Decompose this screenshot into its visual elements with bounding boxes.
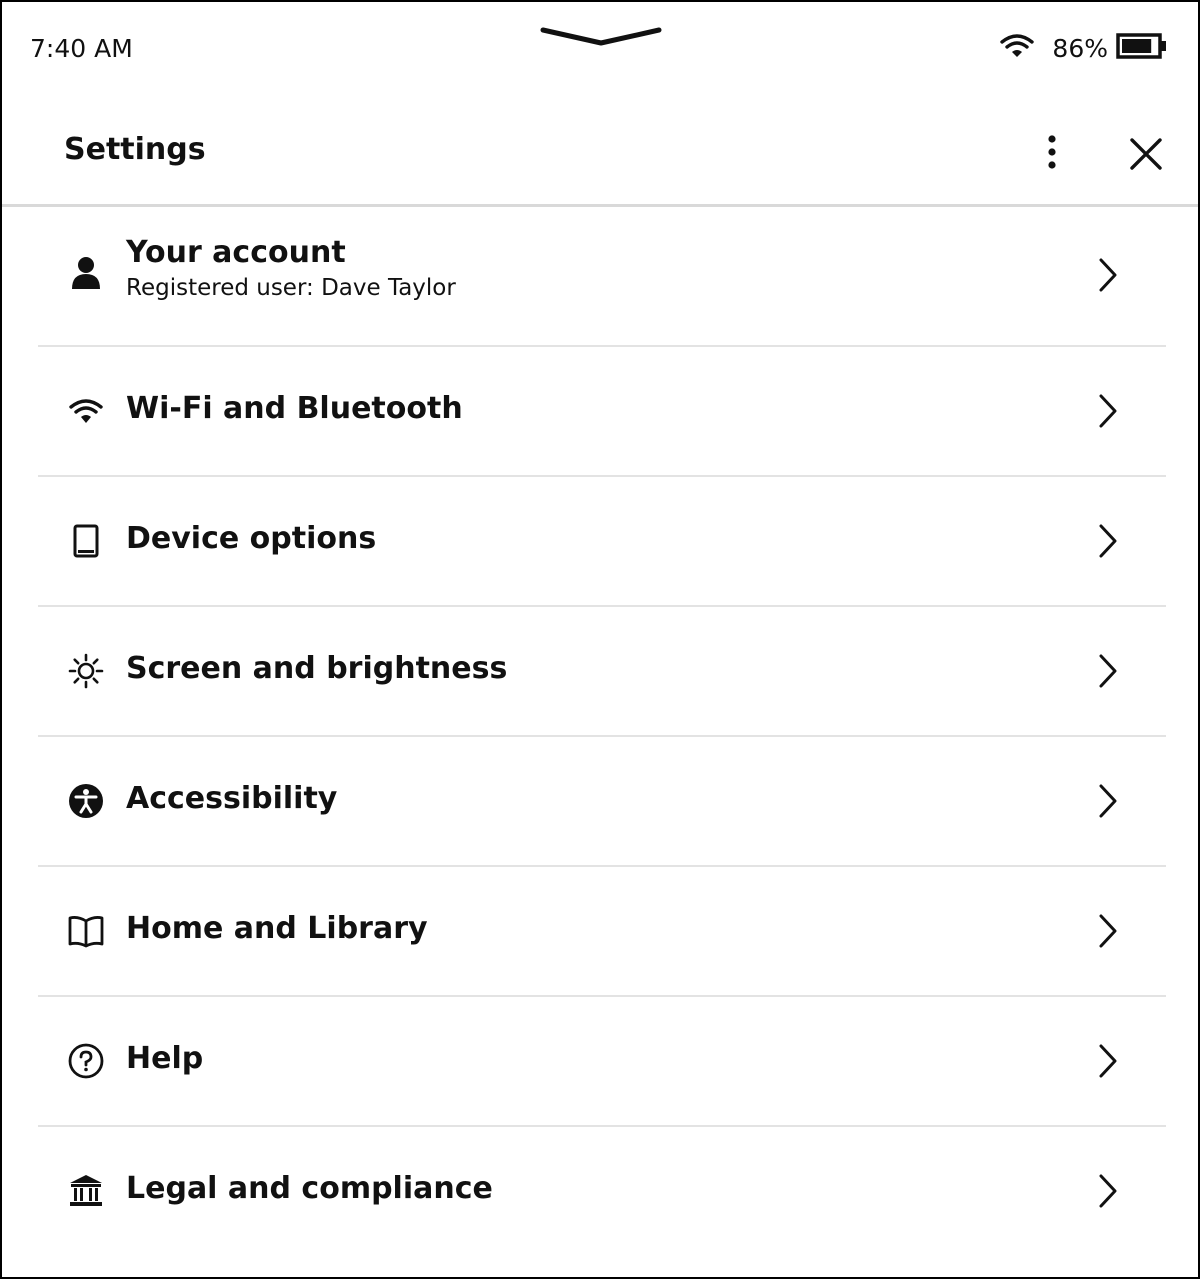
bank-icon [66, 1171, 106, 1211]
chevron-right-icon [1096, 1171, 1120, 1211]
chevron-right-icon [1096, 781, 1120, 821]
chevron-right-icon [1096, 255, 1120, 295]
status-bar: 7:40 AM 86% [2, 2, 1198, 102]
settings-header: Settings [2, 102, 1198, 207]
settings-item-label: Help [126, 1041, 204, 1076]
clock: 7:40 AM [30, 34, 133, 63]
battery-icon [1116, 32, 1168, 64]
pulldown-chevron-icon[interactable] [540, 24, 662, 52]
chevron-right-icon [1096, 391, 1120, 431]
settings-item-label: Your account [126, 235, 346, 270]
chevron-right-icon [1096, 651, 1120, 691]
settings-item-your-account[interactable]: Your account Registered user: Dave Taylo… [38, 207, 1166, 347]
settings-item-label: Home and Library [126, 911, 428, 946]
settings-item-label: Device options [126, 521, 377, 556]
settings-item-home-library[interactable]: Home and Library [38, 867, 1166, 997]
registered-user-label: Registered user: Dave Taylor [126, 275, 456, 301]
status-indicators: 86% [1000, 32, 1168, 64]
settings-item-wifi-bluetooth[interactable]: Wi-Fi and Bluetooth [38, 347, 1166, 477]
battery-percentage: 86% [1052, 33, 1108, 63]
tablet-icon [66, 521, 106, 561]
accessibility-icon [66, 781, 106, 821]
kindle-settings-screen: 7:40 AM 86% Settings Your account Regist… [0, 0, 1200, 1279]
settings-item-device-options[interactable]: Device options [38, 477, 1166, 607]
settings-item-label: Legal and compliance [126, 1171, 493, 1206]
wifi-icon [66, 391, 106, 431]
person-icon [66, 253, 106, 293]
settings-item-legal-compliance[interactable]: Legal and compliance [38, 1127, 1166, 1257]
help-icon [66, 1041, 106, 1081]
close-icon[interactable] [1124, 132, 1168, 176]
chevron-right-icon [1096, 911, 1120, 951]
page-title: Settings [64, 132, 206, 167]
chevron-right-icon [1096, 1041, 1120, 1081]
kebab-menu-icon[interactable] [1037, 132, 1067, 172]
settings-list: Your account Registered user: Dave Taylo… [38, 207, 1166, 1257]
settings-item-label: Screen and brightness [126, 651, 508, 686]
chevron-right-icon [1096, 521, 1120, 561]
settings-item-label: Wi-Fi and Bluetooth [126, 391, 463, 426]
settings-item-help[interactable]: Help [38, 997, 1166, 1127]
settings-item-screen-brightness[interactable]: Screen and brightness [38, 607, 1166, 737]
brightness-icon [66, 651, 106, 691]
wifi-icon [1000, 33, 1035, 63]
settings-item-accessibility[interactable]: Accessibility [38, 737, 1166, 867]
book-icon [66, 911, 106, 951]
settings-item-label: Accessibility [126, 781, 338, 816]
